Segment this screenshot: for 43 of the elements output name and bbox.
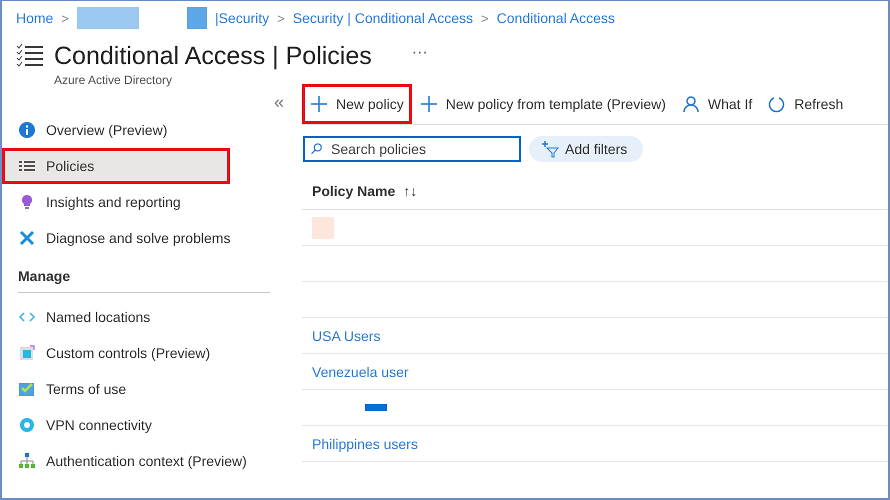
policy-link[interactable]: Venezuela user <box>312 364 409 380</box>
sidebar-item[interactable]: Diagnose and solve problems <box>2 220 292 256</box>
plus-icon <box>310 95 328 113</box>
checkbox-icon <box>18 380 36 398</box>
sidebar-item[interactable]: VPN connectivity <box>2 407 292 443</box>
breadcrumb-link[interactable]: Conditional Access <box>496 10 615 26</box>
info-icon <box>18 121 36 139</box>
breadcrumb-link[interactable]: Security | Conditional Access <box>292 10 474 26</box>
page-subtitle: Azure Active Directory <box>54 73 174 87</box>
sidebar-item[interactable]: Policies <box>2 148 230 184</box>
policy-link[interactable]: Philippines users <box>312 436 418 452</box>
sidebar-item[interactable]: Overview (Preview) <box>2 112 292 148</box>
breadcrumb-link[interactable]: |Security <box>214 10 270 26</box>
sidebar-item[interactable]: Named locations <box>2 299 292 335</box>
breadcrumb-link[interactable]: Home <box>16 10 54 26</box>
section-heading: Manage <box>18 256 270 293</box>
sidebar-item[interactable]: Authentication context (Preview) <box>2 443 292 479</box>
square-icon <box>18 344 36 362</box>
person-icon <box>682 95 700 113</box>
toolbar-button[interactable]: New policy from template (Preview) <box>412 84 674 124</box>
collapse-button[interactable]: « <box>274 92 284 112</box>
sidebar-item[interactable]: Terms of use <box>2 371 292 407</box>
column-header[interactable]: Policy Name <box>312 183 396 199</box>
toolbar-button[interactable]: Refresh <box>760 84 852 124</box>
toolbar-button[interactable]: New policy <box>302 84 412 124</box>
page-title: Conditional Access | Policies <box>54 41 372 71</box>
chevron-separator: > <box>481 10 489 26</box>
chevron-separator: > <box>277 10 285 26</box>
filter-icon <box>541 140 559 158</box>
refresh-icon <box>768 95 786 113</box>
add-filters-button[interactable]: Add filters <box>529 136 644 162</box>
more-button[interactable]: ··· <box>412 41 428 65</box>
sidebar-item[interactable]: Insights and reporting <box>2 184 292 220</box>
checklist-icon <box>16 41 44 69</box>
policy-link[interactable]: USA Users <box>312 328 380 344</box>
search-field[interactable]: Search policies <box>303 136 521 162</box>
toolbar-button[interactable]: What If <box>674 84 760 124</box>
network-icon <box>18 452 36 470</box>
sort-icon[interactable]: ↑↓ <box>403 183 418 199</box>
plus-icon <box>420 95 438 113</box>
chevron-separator: > <box>61 10 69 26</box>
search-icon <box>310 142 324 156</box>
sidebar-item[interactable]: Custom controls (Preview) <box>2 335 292 371</box>
